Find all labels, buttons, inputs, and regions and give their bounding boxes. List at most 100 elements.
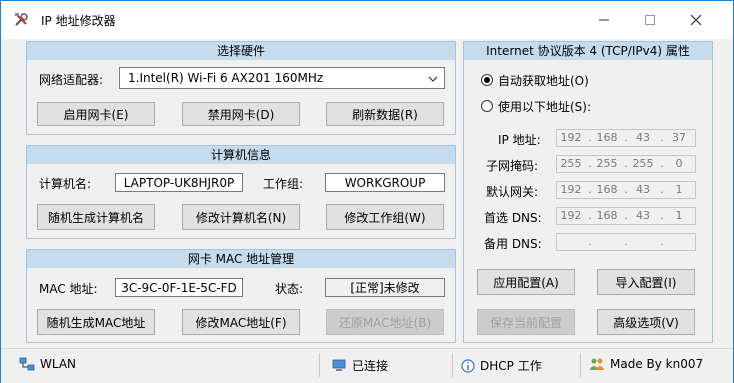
alternate-dns-field[interactable]: . . . [556, 233, 696, 251]
mac-panel-header: 网卡 MAC 地址管理 [27, 250, 455, 268]
octet-separator: . [660, 157, 664, 170]
maximize-icon [645, 15, 655, 25]
modify-workgroup-button[interactable]: 修改工作组(W) [326, 204, 444, 230]
connection-status: 已连接 [352, 359, 389, 373]
radio-selected-dot [484, 77, 490, 83]
computer-name-label: 计算机名: [39, 177, 92, 191]
octet-separator: . [588, 183, 592, 196]
ip-address-label: IP 地址: [498, 133, 541, 147]
dns1-octet-2: 168 [596, 209, 618, 222]
auto-address-label[interactable]: 自动获取地址(O) [498, 72, 589, 89]
octet-separator: . [660, 183, 664, 196]
maximize-button[interactable] [627, 1, 673, 39]
adapter-select-value: 1.Intel(R) Wi-Fi 6 AX201 160MHz [128, 71, 324, 85]
auto-address-radio[interactable] [481, 74, 493, 86]
mac-address-label: MAC 地址: [39, 282, 98, 296]
workgroup-label: 工作组: [263, 177, 304, 191]
subnet-mask-field[interactable]: 255. 255. 255. 0 [556, 155, 696, 173]
status-bar: WLAN 已连接 DHCP 工作 Made By kn007 [1, 348, 733, 383]
octet-separator: . [624, 183, 628, 196]
info-icon [461, 358, 475, 373]
octet-separator: . [588, 209, 592, 222]
dns1-octet-3: 43 [636, 209, 650, 222]
status-author: Made By kn007 [589, 357, 703, 371]
modify-computer-name-button[interactable]: 修改计算机名(N) [182, 204, 300, 230]
network-name: WLAN [40, 357, 77, 371]
ip-octet-2: 168 [596, 131, 618, 144]
network-icon [19, 357, 35, 371]
gateway-field[interactable]: 192. 168. 43. 1 [556, 181, 696, 199]
computer-name-field[interactable]: LAPTOP-UK8HJR0P [115, 173, 243, 192]
manual-address-radio[interactable] [481, 100, 493, 112]
octet-separator: . [660, 209, 664, 222]
ip-octet-4: 37 [672, 131, 686, 144]
disable-adapter-button[interactable]: 禁用网卡(D) [182, 102, 300, 126]
octet-separator: . [660, 235, 664, 248]
gateway-octet-3: 43 [636, 183, 650, 196]
octet-separator: . [624, 157, 628, 170]
save-config-button: 保存当前配置 [477, 309, 575, 335]
import-config-button[interactable]: 导入配置(I) [597, 269, 695, 295]
app-window: IP 地址修改器 选择硬件 网络适配器: 1.Intel(R) Wi-Fi 6 … [0, 0, 734, 383]
chevron-down-icon [428, 76, 438, 82]
hardware-panel: 选择硬件 网络适配器: 1.Intel(R) Wi-Fi 6 AX201 160… [26, 41, 456, 135]
adapter-label: 网络适配器: [39, 73, 104, 87]
apply-config-button[interactable]: 应用配置(A) [477, 269, 575, 295]
ip-address-field[interactable]: 192. 168. 43. 37 [556, 129, 696, 147]
advanced-options-button[interactable]: 高级选项(V) [597, 309, 695, 335]
mask-octet-1: 255 [560, 157, 582, 170]
octet-separator: . [624, 131, 628, 144]
close-icon [691, 15, 701, 25]
window-title: IP 地址修改器 [41, 14, 116, 28]
workgroup-field[interactable]: WORKGROUP [325, 173, 445, 192]
alternate-dns-label: 备用 DNS: [484, 237, 542, 251]
octet-separator: . [624, 209, 628, 222]
gateway-octet-4: 1 [675, 183, 683, 196]
mac-address-field[interactable]: 3C-9C-0F-1E-5C-FD [115, 278, 243, 297]
preferred-dns-label: 首选 DNS: [484, 211, 542, 225]
manual-address-label[interactable]: 使用以下地址(S): [498, 98, 591, 115]
octet-separator: . [588, 235, 592, 248]
computer-panel: 计算机信息 计算机名: LAPTOP-UK8HJR0P 工作组: WORKGRO… [26, 145, 456, 239]
close-button[interactable] [673, 1, 719, 39]
minimize-icon [599, 19, 609, 21]
mask-octet-4: 0 [675, 157, 683, 170]
gateway-label: 默认网关: [486, 185, 539, 199]
computer-panel-header: 计算机信息 [27, 146, 455, 164]
dns1-octet-1: 192 [560, 209, 582, 222]
refresh-data-button[interactable]: 刷新数据(R) [326, 102, 444, 126]
mask-octet-2: 255 [596, 157, 618, 170]
octet-separator: . [588, 157, 592, 170]
random-mac-button[interactable]: 随机生成MAC地址 [37, 309, 155, 335]
octet-separator: . [624, 235, 628, 248]
gateway-octet-1: 192 [560, 183, 582, 196]
mask-octet-3: 255 [632, 157, 654, 170]
users-icon [590, 358, 604, 370]
status-divider [452, 353, 453, 377]
mac-status-label: 状态: [275, 282, 304, 296]
hardware-panel-header: 选择硬件 [27, 42, 455, 60]
status-network: WLAN [19, 357, 76, 371]
status-connection: 已连接 [331, 357, 388, 374]
title-bar[interactable]: IP 地址修改器 [1, 1, 733, 39]
dhcp-status: DHCP 工作 [480, 359, 542, 373]
ip-octet-1: 192 [560, 131, 582, 144]
ipv4-panel: Internet 协议版本 4 (TCP/IPv4) 属性 自动获取地址(O) … [463, 41, 713, 343]
mac-panel: 网卡 MAC 地址管理 MAC 地址: 3C-9C-0F-1E-5C-FD 状态… [26, 249, 456, 343]
ip-octet-3: 43 [636, 131, 650, 144]
restore-mac-button: 还原MAC地址(B) [326, 309, 444, 335]
adapter-select[interactable]: 1.Intel(R) Wi-Fi 6 AX201 160MHz [119, 67, 445, 89]
status-divider [580, 353, 581, 377]
modify-mac-button[interactable]: 修改MAC地址(F) [182, 309, 300, 335]
gateway-octet-2: 168 [596, 183, 618, 196]
minimize-button[interactable] [581, 1, 627, 39]
random-computer-name-button[interactable]: 随机生成计算机名 [37, 204, 155, 230]
subnet-mask-label: 子网掩码: [486, 159, 539, 173]
preferred-dns-field[interactable]: 192. 168. 43. 1 [556, 207, 696, 225]
status-divider [319, 353, 320, 377]
status-dhcp: DHCP 工作 [461, 357, 542, 374]
enable-adapter-button[interactable]: 启用网卡(E) [37, 102, 155, 126]
author-credit: Made By kn007 [610, 357, 704, 371]
octet-separator: . [588, 131, 592, 144]
tools-icon [15, 13, 28, 26]
